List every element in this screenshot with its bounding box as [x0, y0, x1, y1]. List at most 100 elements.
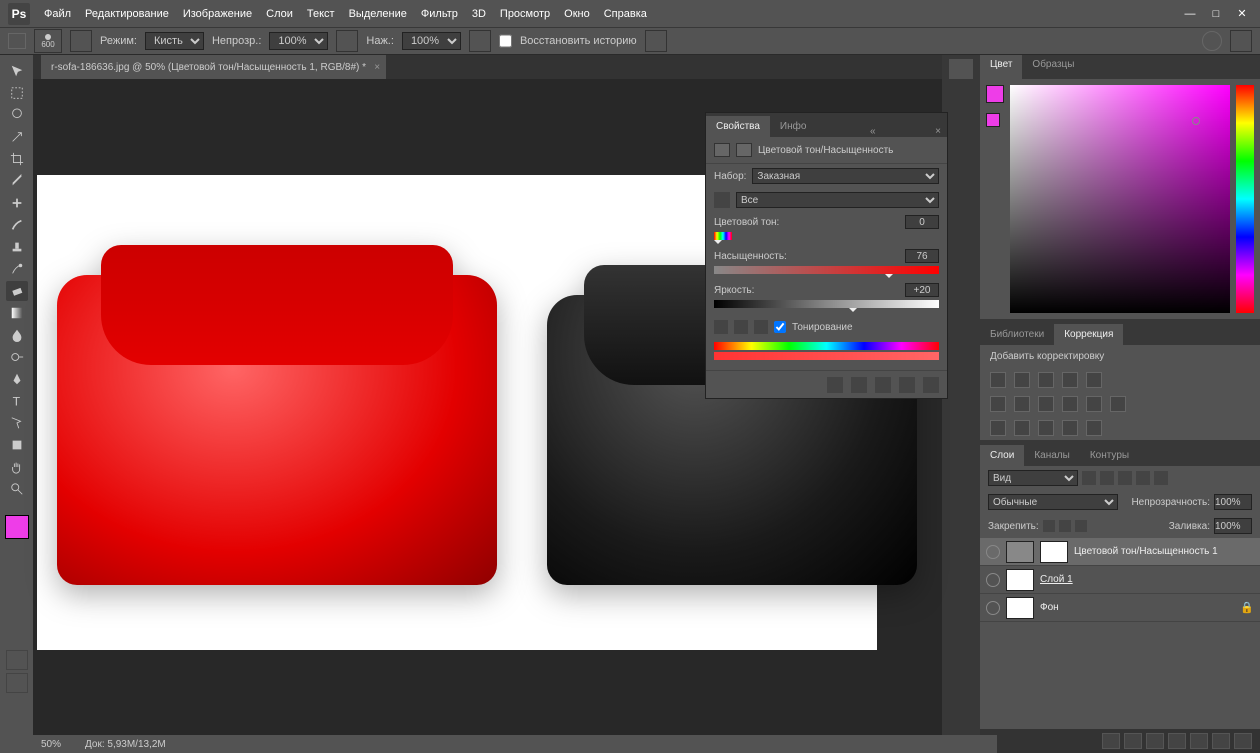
pressure-opacity-icon[interactable] — [336, 30, 358, 52]
posterize-icon[interactable] — [1014, 420, 1030, 436]
lightness-input[interactable] — [905, 283, 939, 297]
visibility-icon[interactable] — [986, 573, 1000, 587]
heal-tool[interactable] — [6, 193, 28, 213]
menu-item[interactable]: Просмотр — [500, 8, 550, 20]
history-checkbox[interactable] — [499, 32, 512, 50]
foreground-swatch[interactable] — [986, 85, 1004, 103]
eraser-tool[interactable] — [6, 281, 28, 301]
stamp-tool[interactable] — [6, 237, 28, 257]
saturation-input[interactable] — [905, 249, 939, 263]
foreground-color-swatch[interactable] — [5, 515, 29, 539]
balance-icon[interactable] — [1014, 396, 1030, 412]
reset-icon[interactable] — [875, 377, 891, 393]
filter-smart-icon[interactable] — [1154, 471, 1168, 485]
crop-tool[interactable] — [6, 149, 28, 169]
layer-kind-select[interactable]: Вид — [988, 470, 1078, 486]
preset-select[interactable]: Заказная — [752, 168, 939, 184]
vibrance-icon[interactable] — [1086, 372, 1102, 388]
layer-row[interactable]: Фон 🔒 — [980, 594, 1260, 622]
tab-libraries[interactable]: Библиотеки — [980, 324, 1054, 345]
colorize-checkbox[interactable] — [774, 321, 786, 333]
blur-tool[interactable] — [6, 325, 28, 345]
lock-pixels-icon[interactable] — [1043, 520, 1055, 532]
link-icon[interactable] — [1102, 733, 1120, 749]
tab-info[interactable]: Инфо — [770, 116, 817, 137]
tab-channels[interactable]: Каналы — [1024, 445, 1080, 466]
tab-swatches[interactable]: Образцы — [1022, 55, 1084, 79]
mask-icon[interactable] — [736, 143, 752, 157]
finger-icon[interactable] — [714, 192, 730, 208]
panel-collapse-icon[interactable]: « — [864, 126, 882, 137]
menu-item[interactable]: Фильтр — [421, 8, 458, 20]
flow-select[interactable]: 100% — [402, 32, 461, 50]
new-group-icon[interactable] — [1190, 733, 1208, 749]
invert-icon[interactable] — [990, 420, 1006, 436]
panel-close-icon[interactable]: × — [929, 126, 947, 137]
brush-panel-icon[interactable] — [70, 30, 92, 52]
close-icon[interactable]: ✕ — [1232, 6, 1252, 22]
dodge-tool[interactable] — [6, 347, 28, 367]
trash-icon[interactable] — [1234, 733, 1252, 749]
hue-slider[interactable] — [714, 232, 732, 240]
menu-item[interactable]: Текст — [307, 8, 335, 20]
hue-slider[interactable] — [1236, 85, 1254, 313]
workspace-icon[interactable] — [1230, 30, 1252, 52]
range-select[interactable]: Все — [736, 192, 939, 208]
menu-item[interactable]: Редактирование — [85, 8, 169, 20]
menu-item[interactable]: Окно — [564, 8, 590, 20]
eyedropper-icon[interactable] — [714, 320, 728, 334]
saturation-slider[interactable] — [714, 266, 939, 274]
document-tab[interactable]: r-sofa-186636.jpg @ 50% (Цветовой тон/На… — [41, 55, 386, 79]
marquee-tool[interactable] — [6, 83, 28, 103]
path-tool[interactable] — [6, 413, 28, 433]
visibility-icon[interactable] — [986, 545, 1000, 559]
lasso-tool[interactable] — [6, 105, 28, 125]
curves-icon[interactable] — [1038, 372, 1054, 388]
fill-input[interactable] — [1214, 518, 1252, 534]
color-field[interactable] — [1010, 85, 1230, 313]
background-swatch[interactable] — [986, 113, 1000, 127]
eyedropper-minus-icon[interactable] — [754, 320, 768, 334]
eyedropper-tool[interactable] — [6, 171, 28, 191]
gradient-map-icon[interactable] — [1062, 420, 1078, 436]
menu-item[interactable]: 3D — [472, 8, 486, 20]
hand-tool[interactable] — [6, 457, 28, 477]
opacity-select[interactable]: 100% — [269, 32, 328, 50]
hue-icon[interactable] — [990, 396, 1006, 412]
close-tab-icon[interactable]: × — [374, 62, 380, 73]
threshold-icon[interactable] — [1038, 420, 1054, 436]
lookup-icon[interactable] — [1110, 396, 1126, 412]
blend-mode-select[interactable]: Кисть — [145, 32, 204, 50]
previous-icon[interactable] — [851, 377, 867, 393]
filter-pixel-icon[interactable] — [1082, 471, 1096, 485]
photo-filter-icon[interactable] — [1062, 396, 1078, 412]
maximize-icon[interactable]: □ — [1206, 6, 1226, 22]
type-tool[interactable]: T — [6, 391, 28, 411]
layer-mask[interactable] — [1040, 541, 1068, 563]
new-adjustment-icon[interactable] — [1168, 733, 1186, 749]
filter-shape-icon[interactable] — [1136, 471, 1150, 485]
lock-position-icon[interactable] — [1059, 520, 1071, 532]
airbrush-icon[interactable] — [469, 30, 491, 52]
layer-row[interactable]: Цветовой тон/Насыщенность 1 — [980, 538, 1260, 566]
clip-icon[interactable] — [827, 377, 843, 393]
levels-icon[interactable] — [1014, 372, 1030, 388]
filter-adjust-icon[interactable] — [1100, 471, 1114, 485]
filter-type-icon[interactable] — [1118, 471, 1132, 485]
layer-thumbnail[interactable] — [1006, 569, 1034, 591]
pressure-size-icon[interactable] — [645, 30, 667, 52]
menu-item[interactable]: Выделение — [349, 8, 407, 20]
wand-tool[interactable] — [6, 127, 28, 147]
search-icon[interactable] — [1202, 31, 1222, 51]
shape-tool[interactable] — [6, 435, 28, 455]
layer-thumbnail[interactable] — [1006, 541, 1034, 563]
panel-icon[interactable] — [949, 59, 973, 79]
tool-preset-icon[interactable] — [8, 33, 26, 49]
tab-paths[interactable]: Контуры — [1080, 445, 1139, 466]
channel-mixer-icon[interactable] — [1086, 396, 1102, 412]
exposure-icon[interactable] — [1062, 372, 1078, 388]
layer-row[interactable]: Слой 1 — [980, 566, 1260, 594]
brush-tool[interactable] — [6, 215, 28, 235]
layer-thumbnail[interactable] — [1006, 597, 1034, 619]
tab-layers[interactable]: Слои — [980, 445, 1024, 466]
